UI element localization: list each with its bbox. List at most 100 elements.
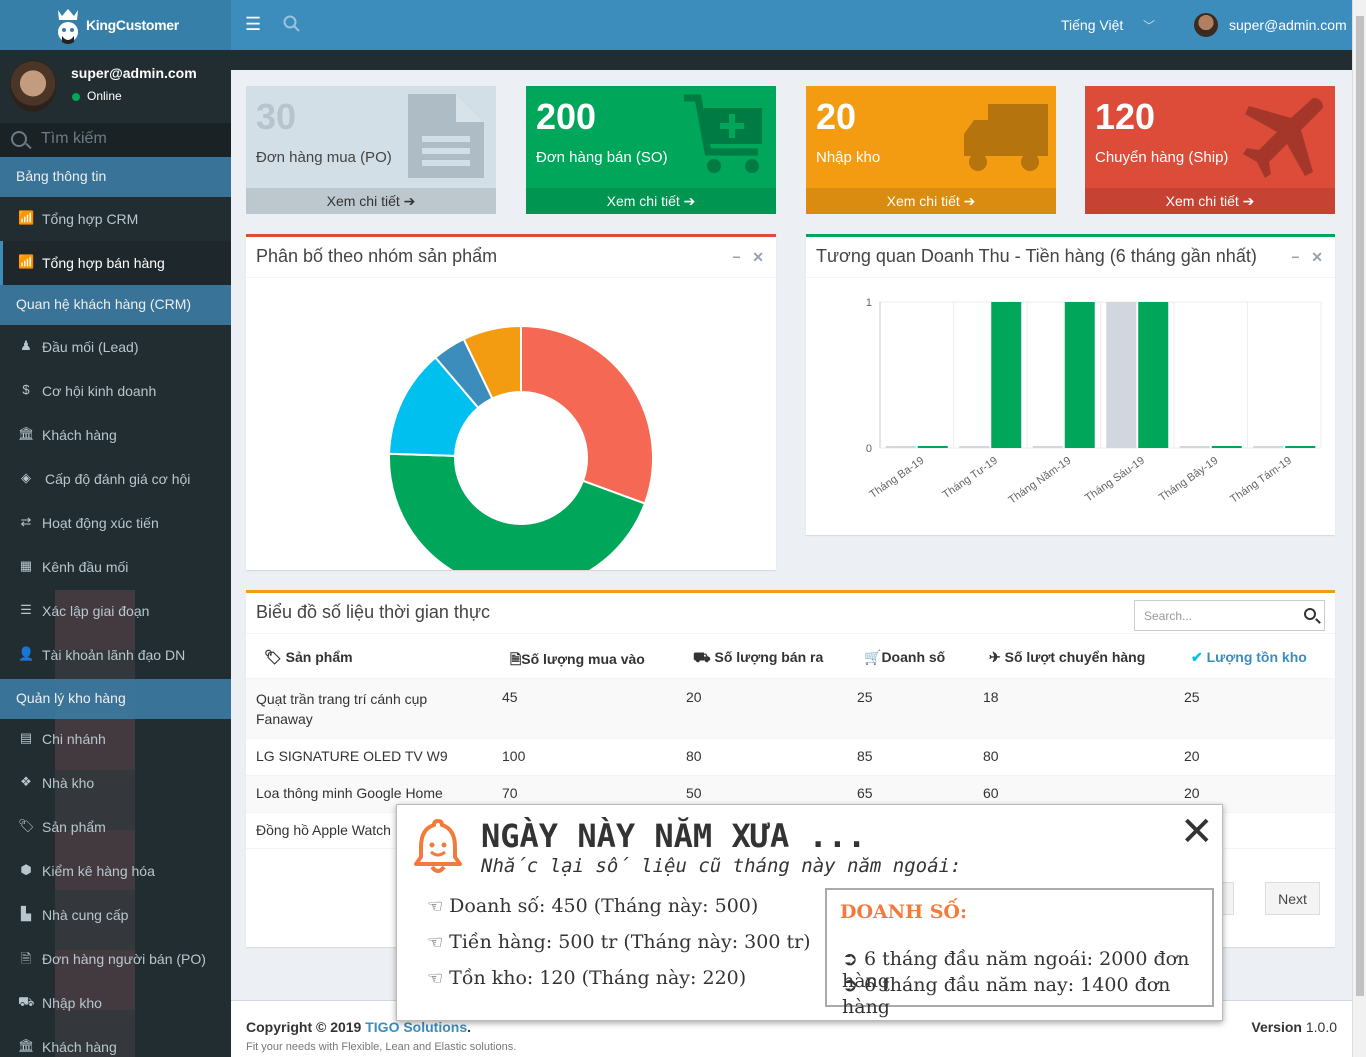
- header-label: Sản phẩm: [285, 649, 353, 665]
- app-logo[interactable]: KingCustomer: [0, 0, 231, 50]
- close-icon[interactable]: ✕: [1311, 249, 1323, 265]
- collapse-icon[interactable]: −: [732, 249, 740, 265]
- bar-chart-panel: Tương quan Doanh Thu - Tiền hàng (6 thán…: [806, 234, 1335, 535]
- info-box-value: 120: [1095, 96, 1156, 137]
- sidebar-item-warehouse[interactable]: ❖ Nhà kho: [0, 761, 231, 805]
- search-icon[interactable]: [1304, 608, 1316, 620]
- sidebar-item-supplier[interactable]: ▙ Nhà cung cấp: [0, 893, 231, 937]
- cell-sold: 20: [686, 689, 702, 705]
- pagination-next-button[interactable]: Next: [1265, 882, 1320, 915]
- sales-box-text: 6 tháng đầu năm nay: 1400 đơn hàng: [842, 974, 1171, 1018]
- sidebar-item-label: Tổng hợp bán hàng: [42, 255, 165, 271]
- bar[interactable]: [1138, 302, 1169, 448]
- bar[interactable]: [1032, 446, 1063, 448]
- search-icon[interactable]: [283, 15, 300, 37]
- donut-slice[interactable]: [520, 324, 654, 505]
- sidebar-section-crm: Quan hệ khách hàng (CRM): [0, 285, 231, 325]
- sidebar-item-branch[interactable]: ▤ Chi nhánh: [0, 717, 231, 761]
- bar[interactable]: [991, 302, 1022, 448]
- info-box-stock-in: 20 Nhập kho Xem chi tiết ➔: [806, 86, 1056, 214]
- info-box-more-link[interactable]: Xem chi tiết ➔: [246, 188, 496, 214]
- sidebar-item-lead[interactable]: ♟ Đầu mối (Lead): [0, 325, 231, 369]
- sidebar-item-customer-2[interactable]: 🏛 Khách hàng: [0, 1025, 231, 1057]
- bar[interactable]: [1285, 446, 1316, 448]
- info-box-value: 30: [256, 96, 297, 137]
- sidebar-item-promotion[interactable]: ⇄ Hoạt động xúc tiến: [0, 501, 231, 545]
- panel-title: Tương quan Doanh Thu - Tiền hàng (6 thán…: [816, 246, 1257, 266]
- scrollbar-thumb[interactable]: [1356, 16, 1364, 996]
- cube-icon: ⬢: [20, 862, 32, 877]
- bar-chart-icon: 📶: [18, 254, 35, 269]
- sidebar-item-stock-in[interactable]: ⛟ Nhập kho: [0, 981, 231, 1025]
- info-box-more-link[interactable]: Xem chi tiết ➔: [526, 188, 776, 214]
- user-menu[interactable]: super@admin.com: [1229, 17, 1347, 33]
- close-icon[interactable]: ✕: [752, 249, 764, 265]
- table-row[interactable]: LG SIGNATURE OLED TV W9 100 80 85 80 20: [246, 738, 1335, 775]
- top-navbar: KingCustomer ☰ Tiếng Việt ﹀ super@admin.…: [0, 0, 1352, 50]
- sidebar-item-sales-summary[interactable]: 📶 Tổng hợp bán hàng: [0, 241, 231, 285]
- bar[interactable]: [959, 446, 990, 448]
- sidebar-search[interactable]: Tìm kiếm: [0, 123, 231, 157]
- col-header-shipments[interactable]: ✈ Số lượt chuyển hàng: [989, 649, 1145, 666]
- hand-pointer-icon: ☜: [427, 932, 444, 953]
- cell-stock: 25: [1184, 689, 1200, 705]
- version-label: Version: [1251, 1019, 1302, 1035]
- col-header-revenue[interactable]: 🛒Doanh số: [864, 649, 945, 666]
- bar[interactable]: [1179, 446, 1210, 448]
- sidebar-item-opportunity-level[interactable]: ◈ Cấp độ đánh giá cơ hội: [0, 457, 231, 501]
- sidebar-item-label: Đơn hàng người bán (PO): [42, 951, 206, 967]
- col-header-product[interactable]: 🏷 Sản phẩm: [264, 649, 353, 666]
- y-tick-label: 0: [866, 443, 872, 455]
- sidebar-item-label: Tổng hợp CRM: [42, 211, 139, 227]
- info-box-sales-orders: 200 Đơn hàng bán (SO) Xem chi tiết ➔: [526, 86, 776, 214]
- info-box-more-link[interactable]: Xem chi tiết ➔: [806, 188, 1056, 214]
- cell-product: Quạt trần trang trí cánh cụp Fanaway: [256, 691, 428, 727]
- col-header-sold[interactable]: ⛟ Số lượng bán ra: [693, 649, 823, 668]
- col-header-stock[interactable]: ✔ Lượng tồn kho: [1191, 649, 1307, 666]
- bar-chart-icon: 📶: [18, 210, 35, 225]
- bar-chart: 01Tháng Ba-19 Tháng Tư-19 Tháng Năm-19 Thán…: [866, 297, 1322, 507]
- sidebar-search-placeholder: Tìm kiếm: [41, 130, 107, 147]
- bar[interactable]: [917, 446, 948, 448]
- copyright: Copyright © 2019 TIGO Solutions.: [246, 1019, 472, 1035]
- bar[interactable]: [1064, 302, 1095, 448]
- bar[interactable]: [1106, 302, 1137, 448]
- sidebar-section-warehouse: Quản lý kho hàng: [0, 679, 231, 719]
- info-box-label: Đơn hàng bán (SO): [536, 149, 668, 166]
- bar[interactable]: [1211, 446, 1242, 448]
- sidebar-item-executive-account[interactable]: 👤 Tài khoản lãnh đạo DN: [0, 633, 231, 677]
- hamburger-menu-icon[interactable]: ☰: [245, 14, 261, 35]
- collapse-icon[interactable]: −: [1291, 249, 1299, 265]
- popup-stat-text: Doanh số: 450 (Tháng này: 500): [449, 895, 759, 917]
- info-box-more-link[interactable]: Xem chi tiết ➔: [1085, 188, 1335, 214]
- truck-icon: ⛟: [693, 649, 711, 665]
- sidebar-item-crm-summary[interactable]: 📶 Tổng hợp CRM: [0, 197, 231, 241]
- header-label: Số lượng mua vào: [521, 651, 645, 667]
- sidebar-item-opportunity[interactable]: $ Cơ hội kinh doanh: [0, 369, 231, 413]
- more-link-text: Xem chi tiết: [326, 193, 400, 209]
- sidebar-item-stage[interactable]: ☰ Xác lập giai đoạn: [0, 589, 231, 633]
- sidebar-item-lead-channel[interactable]: ▦ Kênh đầu mối: [0, 545, 231, 589]
- language-selector[interactable]: Tiếng Việt: [1061, 17, 1123, 33]
- cell-shipments: 80: [983, 748, 999, 764]
- company-link[interactable]: TIGO Solutions: [365, 1019, 467, 1035]
- sidebar-item-inventory-check[interactable]: ⬢ Kiểm kê hàng hóa: [0, 849, 231, 893]
- user-avatar[interactable]: [1194, 13, 1218, 37]
- col-header-purchased[interactable]: 🗎Số lượng mua vào: [510, 649, 645, 673]
- user-icon: 👤: [18, 646, 35, 661]
- table-search-input[interactable]: Search...: [1134, 600, 1325, 631]
- sidebar-item-product[interactable]: 🏷 Sản phẩm: [0, 805, 231, 849]
- sidebar-item-label: Xác lập giai đoạn: [42, 603, 150, 619]
- avatar: [10, 60, 56, 112]
- bar[interactable]: [1253, 446, 1284, 448]
- cell-shipments: 60: [983, 785, 999, 801]
- page-scrollbar[interactable]: [1352, 0, 1366, 1057]
- sidebar-item-purchase-order[interactable]: 🗎 Đơn hàng người bán (PO): [0, 937, 231, 981]
- bar[interactable]: [885, 446, 916, 448]
- sidebar-item-customer[interactable]: 🏛 Khách hàng: [0, 413, 231, 457]
- table-row[interactable]: Quạt trần trang trí cánh cụp Fanaway 45 …: [246, 678, 1335, 738]
- chevron-down-icon[interactable]: ﹀: [1143, 17, 1155, 34]
- close-icon[interactable]: ✕: [1180, 809, 1214, 855]
- cell-stock: 20: [1184, 748, 1200, 764]
- sidebar-item-label: Khách hàng: [42, 427, 117, 443]
